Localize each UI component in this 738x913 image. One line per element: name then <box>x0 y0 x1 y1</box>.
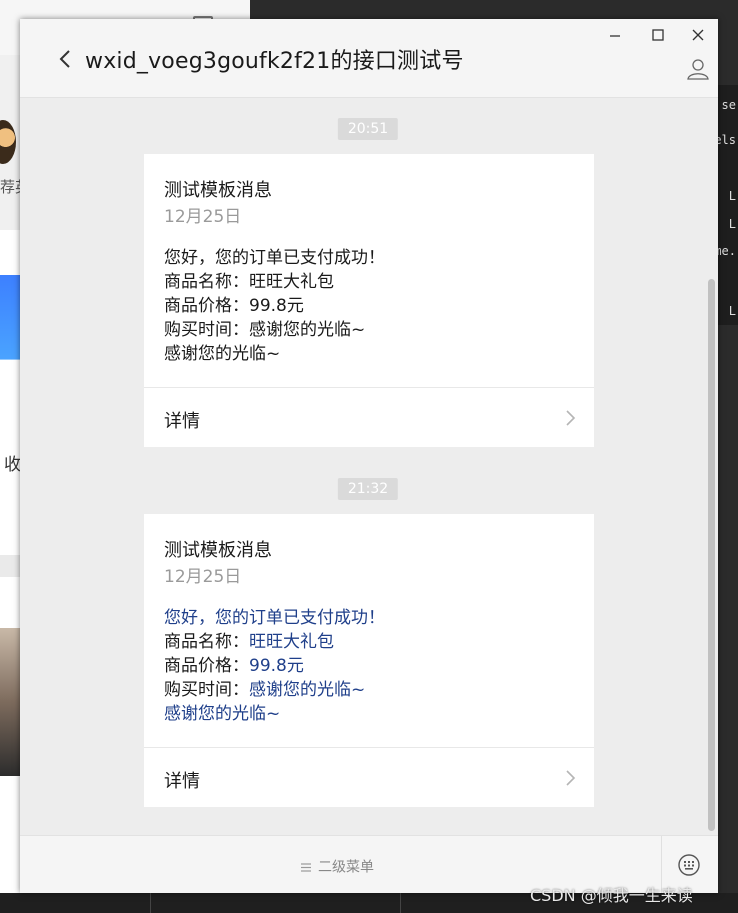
background-separator <box>150 893 151 913</box>
title-bar: wxid_voeg3goufk2f21的接口测试号 <box>20 19 718 98</box>
background-text: se <box>721 98 736 112</box>
background-right-column <box>718 85 738 325</box>
detail-label: 详情 <box>164 411 200 432</box>
chat-window: wxid_voeg3goufk2f21的接口测试号 20:51 测试模板消息 1… <box>20 19 718 893</box>
card-title: 测试模板消息 <box>164 180 272 201</box>
background-text: 收 <box>4 455 21 475</box>
secondary-menu-content: 二级菜单 <box>300 856 374 876</box>
card-line: 购买时间：感谢您的光临~ <box>164 320 366 340</box>
card-date: 12月25日 <box>164 567 242 587</box>
chat-title: wxid_voeg3goufk2f21的接口测试号 <box>85 49 464 74</box>
card-detail-link[interactable]: 详情 <box>144 388 594 447</box>
background-banner <box>0 275 20 395</box>
card-line: 您好，您的订单已支付成功！ <box>164 608 385 628</box>
card-line: 商品价格：99.8元 <box>164 656 304 676</box>
detail-label: 详情 <box>164 771 200 792</box>
card-line: 商品名称：旺旺大礼包 <box>164 632 334 652</box>
maximize-icon <box>652 29 664 41</box>
contact-info-button[interactable] <box>686 57 710 81</box>
message-time: 20:51 <box>337 118 399 140</box>
person-icon <box>687 59 709 80</box>
secondary-menu-label: 二级菜单 <box>318 859 374 876</box>
background-separator <box>400 893 401 913</box>
card-line: 商品价格：99.8元 <box>164 296 304 316</box>
background-text: L <box>728 217 736 231</box>
watermark: CSDN @倾我一生来读 <box>530 886 693 905</box>
chevron-right-icon <box>566 770 576 786</box>
card-line: 感谢您的光临~ <box>164 344 281 364</box>
message-time: 21:32 <box>337 478 399 500</box>
message-list: 20:51 测试模板消息 12月25日 您好，您的订单已支付成功！ 商品名称：旺… <box>20 98 708 835</box>
card-line: 您好，您的订单已支付成功！ <box>164 248 385 268</box>
chevron-right-icon <box>566 410 576 426</box>
menu-lines-icon <box>301 862 311 872</box>
keyboard-toggle-button[interactable] <box>677 853 701 877</box>
minimize-button[interactable] <box>604 25 626 47</box>
background-text: L <box>728 189 736 203</box>
template-message-card: 测试模板消息 12月25日 您好，您的订单已支付成功！ 商品名称：旺旺大礼包 商… <box>144 154 594 447</box>
card-date: 12月25日 <box>164 207 242 227</box>
minimize-icon <box>610 35 620 37</box>
maximize-button[interactable] <box>647 25 669 47</box>
card-detail-link[interactable]: 详情 <box>144 748 594 807</box>
background-text: L <box>728 304 736 318</box>
close-icon <box>692 29 704 41</box>
scrollbar-thumb[interactable] <box>708 279 715 831</box>
back-button[interactable] <box>56 47 76 71</box>
card-title: 测试模板消息 <box>164 540 272 561</box>
card-line: 购买时间：感谢您的光临~ <box>164 680 366 700</box>
card-line: 商品名称：旺旺大礼包 <box>164 272 334 292</box>
close-button[interactable] <box>687 25 709 47</box>
template-message-card: 测试模板消息 12月25日 您好，您的订单已支付成功！ 商品名称：旺旺大礼包 商… <box>144 514 594 807</box>
chevron-left-icon <box>59 50 70 68</box>
keyboard-icon <box>678 854 700 876</box>
card-line: 感谢您的光临~ <box>164 704 281 724</box>
background-photo <box>0 628 20 776</box>
